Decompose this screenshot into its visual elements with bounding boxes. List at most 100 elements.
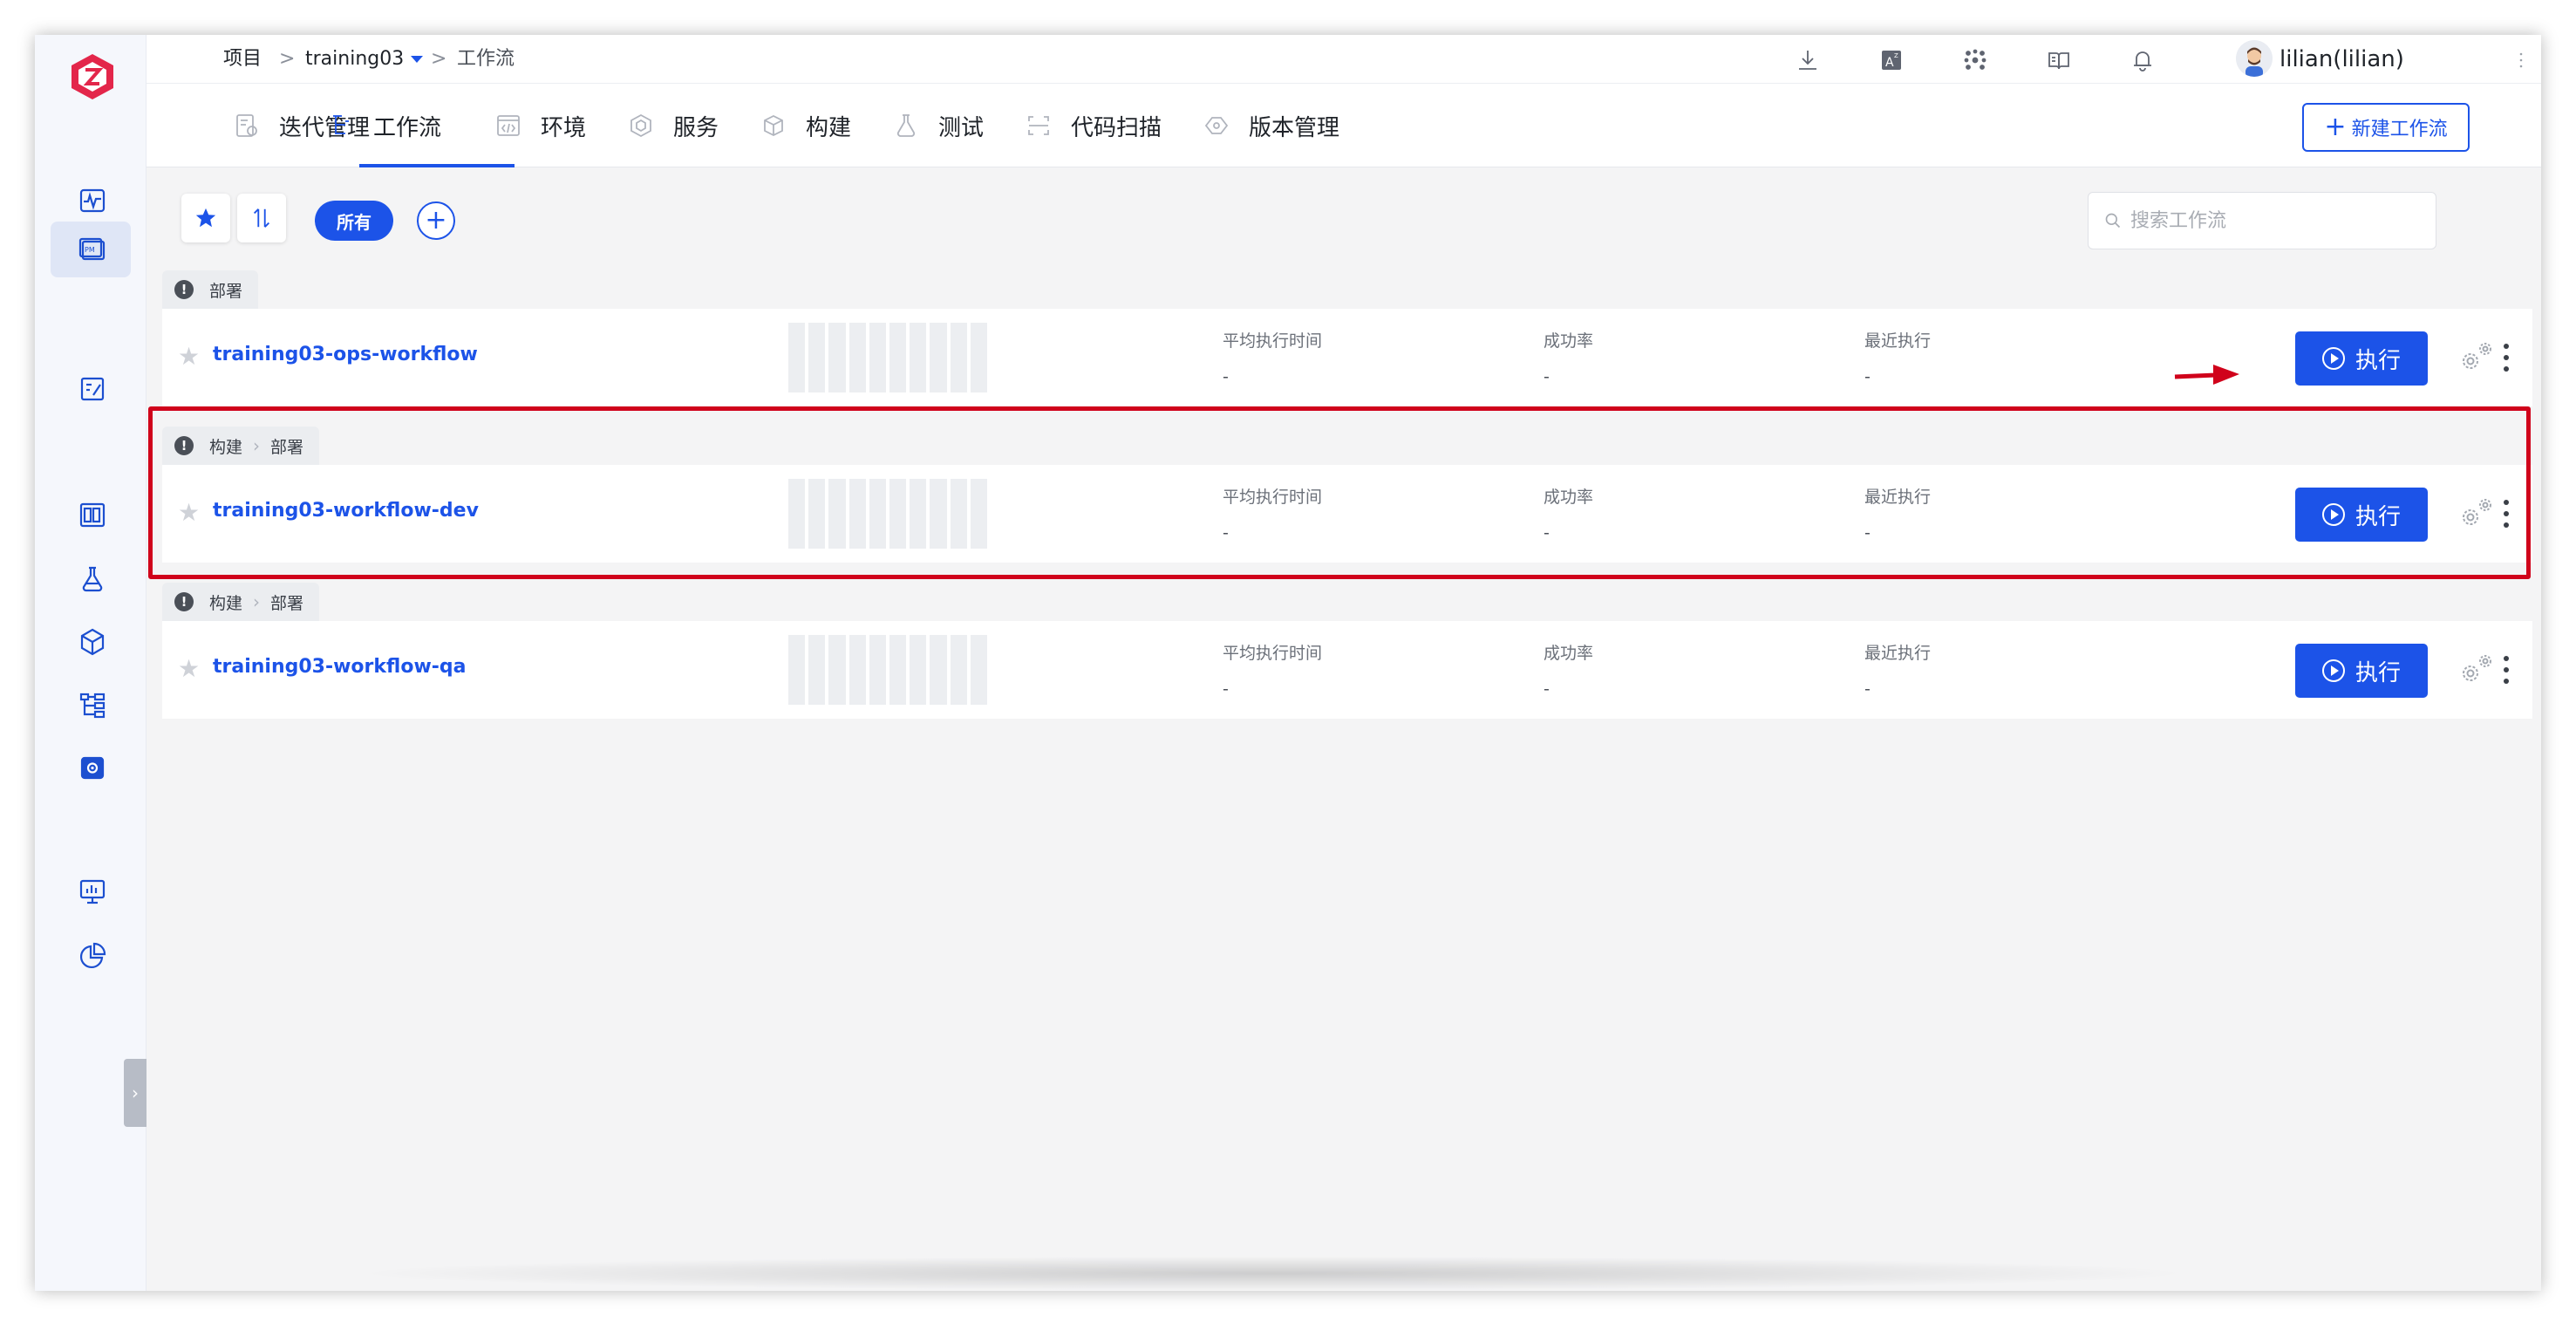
stage-tag: 构建 <box>209 437 243 457</box>
language-icon[interactable]: AZ <box>1878 47 1905 73</box>
workflow-stage-tags: ! 构建 › 部署 <box>162 427 320 465</box>
system-settings-icon[interactable] <box>73 748 112 787</box>
settings-gear-icon[interactable] <box>2457 495 2496 529</box>
version-icon <box>1203 113 1230 139</box>
play-circle-icon <box>2321 503 2345 526</box>
search-icon <box>2105 213 2121 229</box>
docs-book-icon[interactable] <box>2046 47 2072 73</box>
app-window: PM › 项目 > training03 > 工作流 AZ lilian(lil… <box>35 35 2541 1291</box>
workflow-row: ★ training03-workflow-qa 平均执行时间 - 成功率 - 最近… <box>162 621 2532 719</box>
stat-success-rate: 成功率 - <box>1544 488 1594 543</box>
breadcrumb-project-selector[interactable]: training03 <box>305 35 424 84</box>
breadcrumb-current: 工作流 <box>457 48 515 70</box>
alert-icon: ! <box>174 280 194 299</box>
plugins-icon[interactable] <box>1962 47 1988 73</box>
stat-last-run: 最近执行 - <box>1864 331 1932 386</box>
tab-label: 代码扫描 <box>1071 114 1162 141</box>
tab-label: 构建 <box>806 114 852 141</box>
svg-text:A: A <box>1885 56 1894 70</box>
more-actions-icon[interactable] <box>2496 340 2517 375</box>
favorite-star-icon[interactable]: ★ <box>178 342 200 371</box>
settings-gear-icon[interactable] <box>2457 338 2496 373</box>
tab-service[interactable]: 服务 <box>628 84 719 167</box>
chevron-right-icon: › <box>253 591 261 612</box>
stat-success-rate: 成功率 - <box>1544 644 1594 699</box>
chevron-down-icon <box>411 56 424 63</box>
search-box[interactable] <box>2088 192 2436 249</box>
add-filter-button[interactable]: + <box>417 201 455 240</box>
tab-label: 版本管理 <box>1249 114 1340 141</box>
tab-workflow[interactable]: 工作流 <box>328 84 441 167</box>
more-actions-icon[interactable] <box>2496 496 2517 531</box>
settings-gear-icon[interactable] <box>2457 651 2496 686</box>
tab-label: 环境 <box>541 114 587 141</box>
more-actions-icon[interactable] <box>2496 652 2517 687</box>
tab-code-scan[interactable]: 代码扫描 <box>1026 84 1162 167</box>
svg-text:PM: PM <box>85 246 95 254</box>
resource-tree-icon[interactable] <box>73 686 112 724</box>
stat-avg-duration: 平均执行时间 - <box>1223 331 1323 386</box>
user-name[interactable]: lilian(lilian) <box>2280 35 2404 84</box>
play-circle-icon <box>2321 347 2345 370</box>
statistics-icon[interactable] <box>73 937 112 975</box>
favorite-star-icon[interactable]: ★ <box>178 654 200 683</box>
template-library-icon[interactable] <box>73 495 112 534</box>
iteration-icon <box>234 113 260 139</box>
workflow-icon <box>328 113 354 139</box>
favorites-filter-button[interactable] <box>181 194 230 242</box>
new-workflow-label: 新建工作流 <box>2351 119 2448 140</box>
tab-label: 工作流 <box>373 114 442 141</box>
plus-icon: + <box>2324 112 2347 142</box>
workflow-name-link[interactable]: training03-ops-workflow <box>213 344 478 365</box>
artifact-icon[interactable] <box>73 623 112 661</box>
stat-success-rate: 成功率 - <box>1544 331 1594 386</box>
module-tabs: 迭代管理 工作流 环境 服务 构建 测试 代码扫描 版本管理 + 新建工作流 <box>147 84 2541 167</box>
stat-last-run: 最近执行 - <box>1864 644 1932 699</box>
run-button[interactable]: 执行 <box>2295 644 2428 698</box>
test-icon <box>893 113 919 139</box>
release-plan-icon[interactable] <box>73 370 112 408</box>
service-icon <box>628 113 654 139</box>
dashboard-icon[interactable] <box>73 181 112 220</box>
top-bar: 项目 > training03 > 工作流 AZ lilian(lilian) <box>147 35 2541 84</box>
alert-icon: ! <box>174 436 194 455</box>
tab-environment[interactable]: 环境 <box>495 84 586 167</box>
workflow-card: ! 部署 ★ training03-ops-workflow 平均执行时间 - 成功… <box>162 270 2532 427</box>
annotation-arrow-icon <box>2174 365 2239 385</box>
new-workflow-button[interactable]: + 新建工作流 <box>2302 103 2470 152</box>
workflow-name-link[interactable]: training03-workflow-dev <box>213 500 479 522</box>
sort-button[interactable] <box>237 194 286 242</box>
run-label: 执行 <box>2355 503 2401 530</box>
breadcrumb-separator: > <box>279 48 296 70</box>
sort-icon <box>253 208 270 228</box>
more-vertical-icon[interactable] <box>2508 47 2534 73</box>
tab-version[interactable]: 版本管理 <box>1203 84 1339 167</box>
favorite-star-icon[interactable]: ★ <box>178 498 200 527</box>
star-icon <box>195 208 216 228</box>
tab-test[interactable]: 测试 <box>893 84 984 167</box>
bottom-shadow <box>349 1256 2198 1291</box>
breadcrumb-root[interactable]: 项目 <box>223 35 262 84</box>
project-management-icon[interactable]: PM <box>73 230 112 269</box>
plus-icon: + <box>425 205 447 235</box>
build-icon <box>760 113 787 139</box>
monitor-icon[interactable] <box>73 872 112 911</box>
sidebar-expand-handle[interactable]: › <box>124 1059 147 1127</box>
alert-icon: ! <box>174 592 194 611</box>
avatar[interactable] <box>2236 40 2273 77</box>
filter-all-chip[interactable]: 所有 <box>315 201 393 241</box>
workflow-name-link[interactable]: training03-workflow-qa <box>213 656 467 678</box>
stage-tag: 部署 <box>270 437 304 457</box>
zadig-logo[interactable] <box>70 52 115 101</box>
run-button[interactable]: 执行 <box>2295 331 2428 386</box>
tab-build[interactable]: 构建 <box>760 84 851 167</box>
download-icon[interactable] <box>1795 47 1821 73</box>
tab-label: 服务 <box>673 114 719 141</box>
search-input[interactable] <box>2130 209 2418 232</box>
run-button[interactable]: 执行 <box>2295 488 2428 542</box>
workflow-card: ! 构建 › 部署 ★ training03-workflow-dev 平均执行时间 -… <box>162 427 2532 584</box>
notification-bell-icon[interactable] <box>2130 47 2156 73</box>
breadcrumb-project: training03 <box>305 48 405 70</box>
test-center-icon[interactable] <box>73 560 112 598</box>
execution-history-bars <box>788 479 988 549</box>
